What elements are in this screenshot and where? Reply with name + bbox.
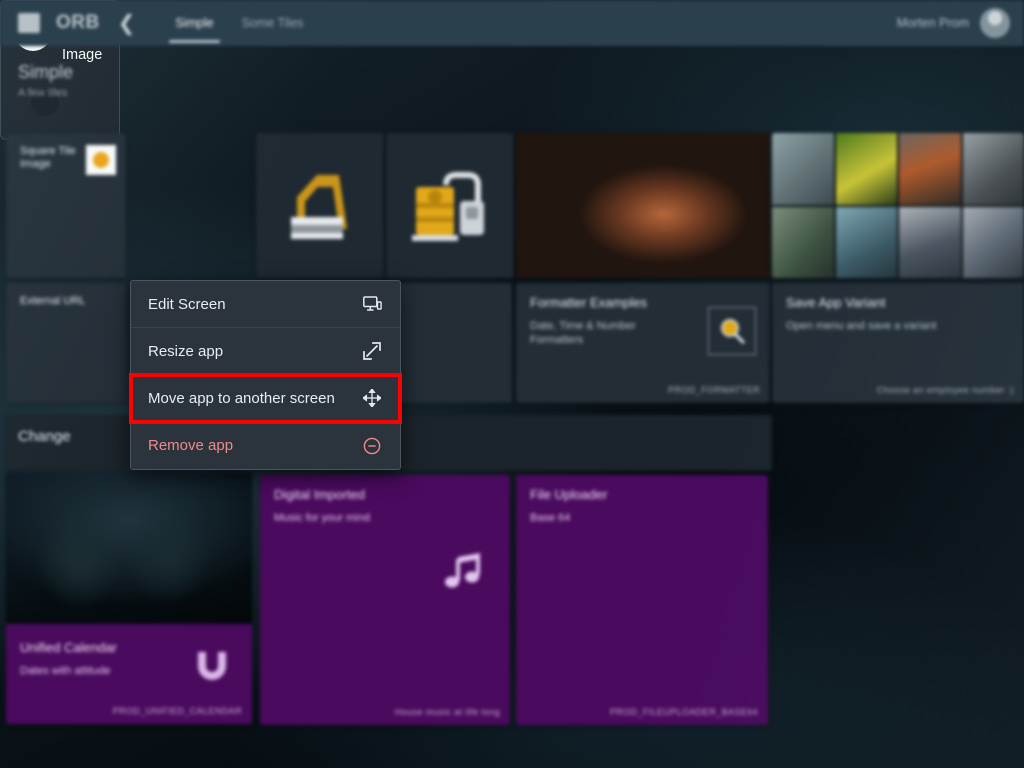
collage-cell — [836, 133, 898, 205]
tile-machine-image[interactable] — [256, 133, 384, 278]
user-area: Morten Prom — [897, 8, 1010, 38]
tile-title: Formatter Examples — [530, 295, 684, 311]
tile-footer: PROD_FILEUPLOADER_BASE64 — [610, 707, 758, 717]
tile-subtitle: Date, Time & Number Formatters — [530, 319, 684, 347]
collage-cell — [963, 207, 1024, 279]
collage-cell — [836, 207, 898, 279]
app-logo[interactable]: ORB — [56, 12, 100, 34]
collage-cell — [899, 207, 961, 279]
menu-item-edit-screen[interactable]: Edit Screen — [131, 281, 400, 328]
menu-item-label: Move app to another screen — [148, 390, 362, 407]
user-name: Morten Prom — [897, 16, 969, 30]
tile-dark-photo[interactable] — [516, 133, 770, 278]
tab-some-tiles[interactable]: Some Tiles — [228, 0, 318, 46]
tile-footer: PROD_UNIFIED_CALENDAR — [113, 706, 242, 716]
sci-fi-soldiers-photo — [6, 472, 252, 624]
tile-footer: PROD_FORMATTER — [668, 385, 760, 395]
menu-item-label: Resize app — [148, 343, 362, 360]
square-orange-dot-icon — [86, 145, 116, 175]
menu-item-remove-app[interactable]: Remove app — [131, 422, 400, 469]
collage-cell — [963, 133, 1024, 205]
tile-oil-barrel-image[interactable] — [386, 133, 514, 278]
top-bar: ORB ❮ Simple Some Tiles Morten Prom — [0, 0, 1024, 46]
collage-cell — [772, 133, 834, 205]
menu-item-resize-app[interactable]: Resize app — [131, 328, 400, 375]
magnifier-icon — [708, 307, 756, 355]
oil-barrel-icon — [406, 167, 494, 245]
collage-cell — [772, 207, 834, 279]
page-title: Simple — [18, 62, 73, 83]
app-context-menu[interactable]: Edit Screen Resize app Mo — [130, 280, 401, 470]
resize-expand-icon — [362, 341, 382, 361]
tab-simple[interactable]: Simple — [161, 0, 227, 46]
tile-external-url[interactable]: External URL — [6, 283, 126, 403]
menu-item-move-app-to-another-screen[interactable]: Move app to another screen — [131, 375, 400, 422]
tile-placeholder-c[interactable] — [384, 283, 512, 403]
tile-subtitle: Music for your mind — [274, 511, 496, 525]
chevron-left-icon[interactable]: ❮ — [118, 13, 136, 34]
menu-item-label: Edit Screen — [148, 296, 362, 313]
tile-subtitle: Base 64 — [530, 511, 754, 525]
page-subtitle: A few tiles — [18, 87, 73, 99]
screen-header: Simple A few tiles — [18, 62, 73, 99]
tile-title: Save App Variant — [786, 295, 1010, 311]
crane-machine-icon — [277, 167, 363, 245]
tile-subtitle: Open menu and save a variant — [786, 319, 1010, 333]
move-arrows-icon — [362, 388, 382, 408]
tile-save-app-variant[interactable]: Save App Variant Open menu and save a va… — [772, 283, 1024, 403]
tile-footer: House music at life long — [395, 707, 500, 717]
screen-monitor-icon — [362, 294, 382, 314]
tile-file-uploader[interactable]: File Uploader Base 64 PROD_FILEUPLOADER_… — [516, 475, 768, 725]
tile-title: Unified Calendar — [20, 640, 182, 656]
minus-circle-icon — [362, 436, 382, 456]
tile-square-tile-image[interactable]: Square Tile Image — [6, 133, 126, 278]
tile-digital-imported[interactable]: Digital Imported Music for your mind Hou… — [260, 475, 510, 725]
unified-u-icon — [194, 650, 230, 684]
user-avatar-icon[interactable] — [980, 8, 1010, 38]
app-root: ORB ❮ Simple Some Tiles Morten Prom Simp… — [0, 0, 1024, 768]
tile-unified-calendar[interactable]: Unified Calendar Dates with attitude PRO… — [6, 472, 252, 724]
tab-bar: Simple Some Tiles — [161, 0, 317, 46]
collage-cell — [899, 133, 961, 205]
tile-footer: Choose an employee number :) — [877, 385, 1014, 395]
tile-title: External URL — [20, 295, 112, 308]
menu-item-label: Remove app — [148, 437, 362, 454]
section-heading-change: Change — [18, 428, 71, 445]
tile-photo-collage[interactable] — [772, 133, 1024, 278]
hamburger-menu-icon[interactable] — [18, 13, 40, 33]
tile-title: Square Tile Image — [20, 145, 80, 172]
tile-formatter-examples[interactable]: Formatter Examples Date, Time & Number F… — [516, 283, 770, 403]
tile-title: Digital Imported — [274, 487, 496, 503]
music-note-icon — [444, 553, 486, 589]
tile-subtitle: Dates with attitude — [20, 664, 182, 678]
tile-title: File Uploader — [530, 487, 754, 503]
